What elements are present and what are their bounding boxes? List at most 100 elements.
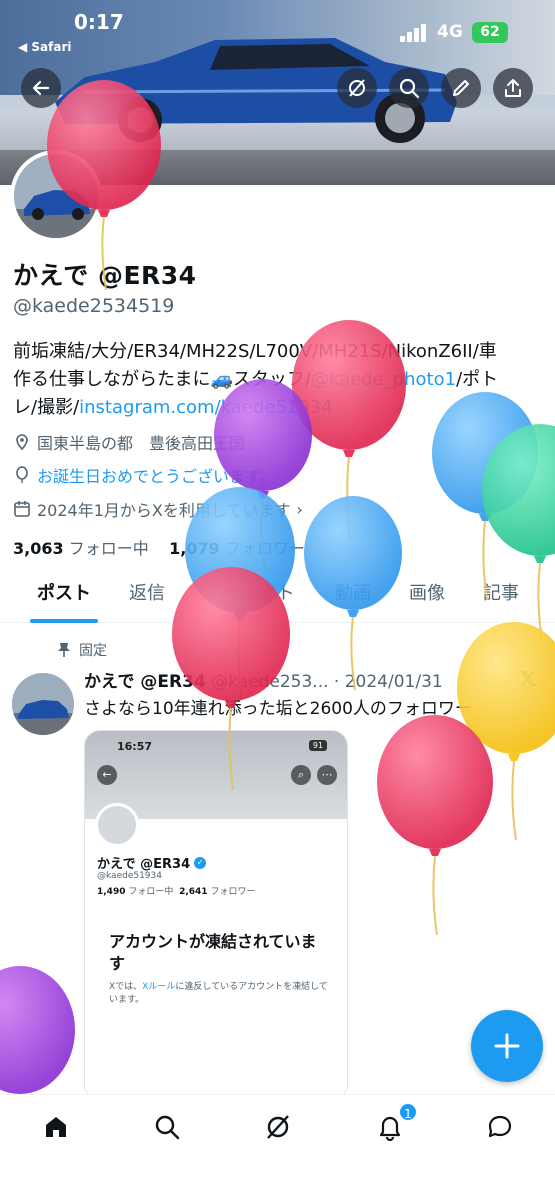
bio-text: /ポト <box>456 369 499 390</box>
edit-icon <box>453 80 469 96</box>
nav-search[interactable] <box>147 1107 187 1147</box>
grok-icon <box>349 79 365 97</box>
location-icon <box>16 434 28 451</box>
embed-back-icon: ← <box>97 765 117 785</box>
pinned-label: 固定 <box>79 643 107 659</box>
embed-handle: @kaede51934 <box>97 871 162 881</box>
messages-icon <box>488 1115 512 1138</box>
bio-line-2: 作る仕事しながらたまに🚙スタッフ/@kaede_photo1/ポト <box>13 366 543 394</box>
joined-text: 2024年1月からXを利用しています <box>37 501 291 520</box>
back-icon <box>32 80 50 96</box>
bio-line-3: レ/撮影/instagram.com/kaede51934 <box>13 394 543 422</box>
avatar-car-photo <box>14 154 98 238</box>
embed-followers-label: フォロワー <box>210 887 256 897</box>
balloon-icon <box>16 466 28 483</box>
share-button[interactable] <box>493 68 533 108</box>
nav-grok-icon <box>267 1115 289 1139</box>
embed-followers-count: 2,641 <box>179 887 208 897</box>
network-type: 4G <box>437 22 463 42</box>
post-author-avatar[interactable] <box>12 673 74 735</box>
balloon-yellow <box>457 622 555 841</box>
birthday-text[interactable]: お誕生日おめでとうございます。 <box>37 463 275 487</box>
balloon-purple <box>0 966 75 1094</box>
profile-avatar[interactable] <box>10 150 102 242</box>
post-header: かえで @ER34 @kaede253... · 2024/01/31 <box>84 667 524 692</box>
nav-messages[interactable] <box>480 1107 520 1147</box>
chevron-right-icon: › <box>296 499 303 519</box>
following-count: 3,063 <box>13 539 64 558</box>
bio-line-1: 前垢凍結/大分/ER34/MH22S/L700V/MH21S/NikonZ6II… <box>13 341 497 362</box>
embed-name: かえで @ER34 ✓ <box>97 853 207 872</box>
nav-search-icon <box>155 1115 180 1140</box>
notifications-badge: 1 <box>398 1102 418 1122</box>
balloon-blue <box>432 392 538 601</box>
verified-icon: ✓ <box>194 856 207 869</box>
user-handle: @kaede2534519 <box>13 295 175 317</box>
following-link[interactable]: 3,063 フォロー中 <box>13 539 149 558</box>
embed-search-icon: ⌕ <box>291 765 311 785</box>
post-meta: @kaede253... · 2024/01/31 <box>211 672 443 692</box>
nav-grok[interactable] <box>258 1107 298 1147</box>
joined-row[interactable]: 2024年1月からXを利用しています › <box>13 497 303 521</box>
bio-text: レ/撮影/ <box>13 397 80 418</box>
following-label: フォロー中 <box>68 539 149 558</box>
location-row: 国東半島の都 豊後高田王国 <box>13 430 245 454</box>
plus-icon <box>494 1033 520 1059</box>
balloon-red <box>377 715 493 936</box>
embed-suspended-title: アカウントが凍結されています <box>109 932 317 973</box>
status-time: 0:17 <box>74 10 124 34</box>
grok-button[interactable] <box>337 68 377 108</box>
tab-replies[interactable]: 返信 <box>124 575 170 623</box>
bottom-navigation <box>0 1094 555 1200</box>
location-text: 国東半島の都 豊後高田王国 <box>37 434 246 453</box>
pin-icon <box>58 643 70 657</box>
status-bar: 0:17 ◀ Safari 4G 62 <box>0 0 555 54</box>
signal-icon <box>400 24 426 42</box>
x-logo-icon: 𝕏 <box>520 667 537 691</box>
nav-home[interactable] <box>36 1107 76 1147</box>
followers-link[interactable]: 1,079 フォロワー <box>169 539 305 558</box>
tab-articles[interactable]: 記事 <box>478 575 524 623</box>
edit-button[interactable] <box>441 68 481 108</box>
embed-following-label: フォロー中 <box>128 887 174 897</box>
back-to-safari[interactable]: ◀ Safari <box>18 40 72 54</box>
bio-text: 作る仕事しながらたまに <box>13 369 211 390</box>
embed-desc-text: Xでは、 <box>109 982 143 992</box>
embed-avatar <box>95 803 139 847</box>
pinned-indicator: 固定 <box>57 640 107 660</box>
back-button[interactable] <box>21 68 61 108</box>
profile-tabs: ポスト 返信 ハイライト 動画 画像 記事 <box>0 575 555 623</box>
embed-follow-stats: 1,490 フォロー中 2,641 フォロワー <box>97 884 255 897</box>
birthday-row: お誕生日おめでとうございます。 <box>13 463 275 487</box>
profile-bio: 前垢凍結/大分/ER34/MH22S/L700V/MH21S/NikonZ6II… <box>13 338 543 422</box>
share-icon <box>505 79 521 97</box>
car-emoji-icon: 🚙 <box>210 369 233 390</box>
embed-status-time: 16:57 <box>117 740 153 753</box>
search-icon <box>399 78 420 99</box>
avatar-car-photo <box>12 673 74 735</box>
followers-label: フォロワー <box>224 539 305 558</box>
calendar-icon <box>14 501 30 517</box>
embed-name-text: かえで @ER34 <box>97 857 191 872</box>
tab-videos[interactable]: 動画 <box>330 575 376 623</box>
display-name: かえで @ER34 <box>13 261 197 290</box>
post-author-name[interactable]: かえで @ER34 <box>84 672 206 692</box>
bio-text: スタッフ/ <box>232 369 311 390</box>
compose-post-button[interactable] <box>471 1010 543 1082</box>
search-button[interactable] <box>389 68 429 108</box>
home-icon <box>46 1117 66 1137</box>
tab-posts[interactable]: ポスト <box>30 575 98 623</box>
embed-battery: 91 <box>309 740 327 751</box>
post-image-screenshot[interactable]: 16:57 91 ← ⌕ ⋯ かえで @ER34 ✓ @kaede51934 1,… <box>84 730 348 1100</box>
tab-images[interactable]: 画像 <box>404 575 450 623</box>
embed-more-icon: ⋯ <box>317 765 337 785</box>
bio-mention-link[interactable]: @kaede_photo1 <box>311 369 456 390</box>
bio-instagram-link[interactable]: instagram.com/kaede51934 <box>79 397 332 418</box>
post-text: さよなら10年連れ添った垢と2600人のフォロワー <box>84 699 472 719</box>
embed-following-count: 1,490 <box>97 887 126 897</box>
embed-suspended-desc: Xでは、Xルールに違反しているアカウントを凍結しています。 <box>109 981 329 1007</box>
tab-highlights[interactable]: ハイライト <box>200 575 300 623</box>
battery-indicator: 62 <box>472 22 508 43</box>
profile-screen: 0:17 ◀ Safari 4G 62 かえで @ER34 @kaede2534… <box>0 0 555 1200</box>
follow-stats: 3,063 フォロー中 1,079 フォロワー <box>13 535 305 559</box>
